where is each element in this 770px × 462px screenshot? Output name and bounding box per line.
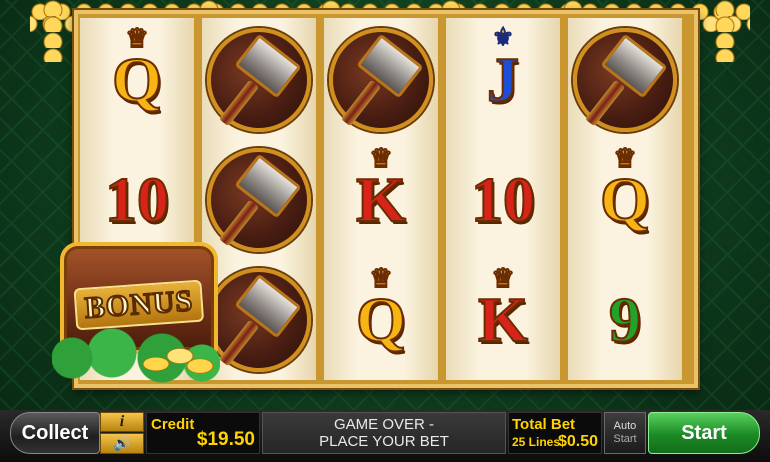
crown-icon: ♛ [613,144,637,173]
coin-pile-icon [142,334,214,378]
symbol-letter: 9 [608,284,642,355]
reel-symbol: K ♛ [446,260,560,380]
reel: J ⚜ 10 K ♛ [446,18,560,380]
hammer-icon [573,28,677,132]
symbol-letter: Q ♛ [355,264,407,355]
fleur-de-lis-icon: ⚜ [492,25,514,51]
start-button[interactable]: Start [648,412,760,454]
info-button[interactable]: i [100,412,144,432]
crown-icon: ♛ [369,144,393,173]
crown-icon: ♛ [491,264,515,293]
message-line-1: GAME OVER - [333,416,434,433]
reel-symbol [568,20,682,140]
symbol-letter: K ♛ [477,264,529,355]
bonus-chest: BONUS [52,238,220,388]
hammer-icon [207,268,311,372]
hammer-icon [207,148,311,252]
symbol-letter: Q ♛ [111,24,163,115]
credit-display: Credit $19.50 [146,412,260,454]
reel-symbol: 9 [568,260,682,380]
symbol-letter: Q ♛ [599,144,651,235]
reel: K ♛ Q ♛ [324,18,438,380]
hammer-icon [329,28,433,132]
reel-symbol [324,20,438,140]
auto-label: Auto [613,420,637,432]
crown-icon: ♛ [125,24,149,53]
coin-garland-drop [40,0,66,62]
speaker-icon: 🔊 [113,435,131,451]
symbol-letter: K ♛ [355,144,407,235]
sound-button[interactable]: 🔊 [100,433,144,454]
symbol-letter: 10 [470,164,536,235]
crown-icon: ♛ [369,264,393,293]
auto-start-label: Start [613,433,637,445]
credit-value: $19.50 [196,429,255,450]
hammer-icon [207,28,311,132]
total-bet-display[interactable]: Total Bet 25 Lines $0.50 [508,412,602,454]
message-line-2: PLACE YOUR BET [319,433,449,450]
reel-symbol: Q ♛ [324,260,438,380]
coin-garland-drop [712,0,738,62]
message-display: GAME OVER - PLACE YOUR BET [262,412,506,454]
total-bet-value: $0.50 [557,433,598,450]
reel-symbol: Q ♛ [568,140,682,260]
collect-button[interactable]: Collect [10,412,100,454]
auto-start-button[interactable]: Auto Start [604,412,646,454]
reel-symbol [202,20,316,140]
reel: Q ♛ 9 [568,18,682,380]
total-bet-label: Total Bet [512,416,576,433]
reel-symbol: J ⚜ [446,20,560,140]
symbol-letter: J ⚜ [486,25,520,115]
symbol-letter: 10 [104,164,170,235]
reel-symbol: 10 [446,140,560,260]
credit-label: Credit [151,416,195,433]
lines-label: 25 Lines [512,435,561,449]
reel-symbol: K ♛ [324,140,438,260]
reel-symbol: Q ♛ [80,20,194,140]
